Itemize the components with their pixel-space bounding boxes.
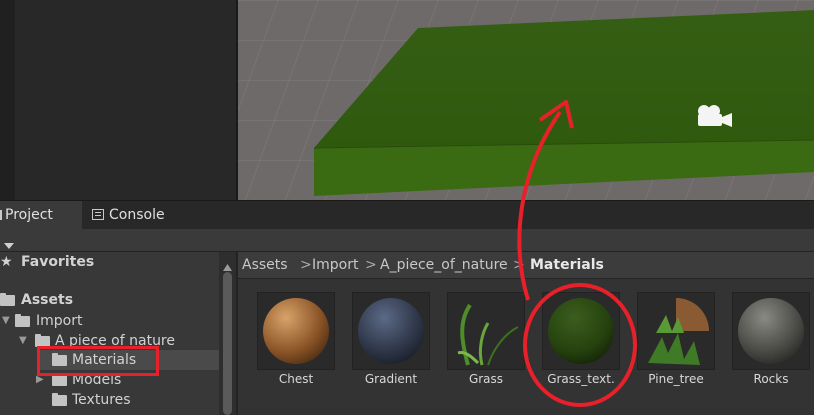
asset-chest[interactable]: Chest <box>257 292 335 386</box>
breadcrumb-materials[interactable]: Materials <box>530 252 604 278</box>
expand-arrow-icon[interactable]: ▼ <box>2 311 10 331</box>
pine-sphere-icon <box>648 298 709 365</box>
star-icon: ★ <box>0 254 13 270</box>
tab-project[interactable]: Project <box>0 201 82 229</box>
console-icon <box>92 209 104 220</box>
expand-arrow-icon[interactable]: ▼ <box>19 331 27 351</box>
breadcrumb-a-piece-of-nature[interactable]: A_piece_of_nature <box>380 252 508 278</box>
scrollbar-thumb[interactable] <box>223 272 232 415</box>
asset-chest-label: Chest <box>278 372 314 386</box>
favorites-label: Favorites <box>21 254 95 270</box>
breadcrumb-sep: > <box>513 257 525 273</box>
dark-blue-sphere-icon <box>358 298 424 364</box>
camera-icon[interactable] <box>694 103 734 131</box>
asset-grass-label: Grass <box>468 372 504 386</box>
bottom-tab-bar: Project Console <box>0 200 814 229</box>
folder-open-icon <box>0 293 15 306</box>
wood-sphere-icon <box>263 298 329 364</box>
asset-rocks-label: Rocks <box>753 372 789 386</box>
asset-gradient-label: Gradient <box>364 372 418 386</box>
tree-item-import-label: Import <box>36 313 83 329</box>
asset-pine-tree[interactable]: Pine_tree <box>637 292 715 386</box>
asset-pine-tree-label: Pine_tree <box>648 372 704 386</box>
breadcrumb: Assets > Import > A_piece_of_nature > Ma… <box>238 252 814 279</box>
asset-gradient[interactable]: Gradient <box>352 292 430 386</box>
folder-icon <box>0 210 2 220</box>
grass-blades-icon <box>457 303 519 366</box>
project-toolbar <box>0 229 814 252</box>
hierarchy-panel <box>0 0 236 200</box>
asset-grass[interactable]: Grass <box>447 292 525 386</box>
tab-project-label: Project <box>5 207 53 223</box>
project-tree: ★ Favorites Assets ▼ Import ▼ A piece of… <box>0 252 219 415</box>
folder-open-icon <box>15 314 30 327</box>
tree-item-textures-label: Textures <box>72 392 131 408</box>
asset-grass-text-label: Grass_text. <box>547 372 615 386</box>
asset-browser: Assets > Import > A_piece_of_nature > Ma… <box>238 252 814 415</box>
breadcrumb-sep: > <box>300 257 312 273</box>
highlight-box <box>37 346 159 376</box>
tree-scrollbar[interactable] <box>219 252 236 415</box>
asset-rocks[interactable]: Rocks <box>732 292 810 386</box>
scene-ground <box>238 0 814 200</box>
tab-console-label: Console <box>109 207 165 223</box>
breadcrumb-import[interactable]: Import <box>312 252 358 278</box>
tree-item-assets-label: Assets <box>21 292 74 308</box>
breadcrumb-assets[interactable]: Assets <box>242 252 288 278</box>
folder-icon <box>52 393 67 406</box>
tab-console[interactable]: Console <box>88 201 188 229</box>
scene-view[interactable] <box>238 0 814 200</box>
asset-grass-text[interactable]: Grass_text. <box>542 292 620 386</box>
rock-sphere-icon <box>738 298 804 364</box>
green-sphere-icon <box>548 298 614 364</box>
breadcrumb-sep: > <box>365 257 377 273</box>
folder-icon <box>52 373 67 386</box>
